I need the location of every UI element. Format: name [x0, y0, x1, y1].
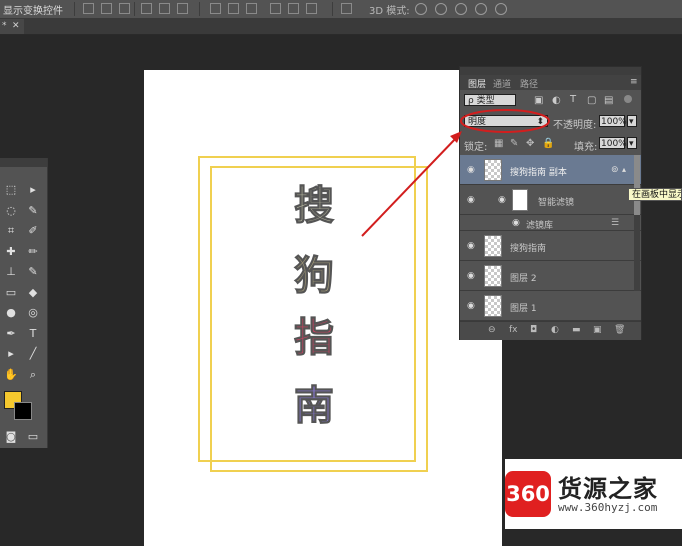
- highlight-ellipse: [460, 109, 550, 133]
- annotation-arrow-line: [361, 135, 459, 237]
- watermark-url: www.360hyzj.com: [558, 501, 658, 514]
- watermark-site-name: 货源之家: [558, 475, 658, 503]
- watermark-logo: 360: [505, 471, 551, 517]
- watermark: 360 货源之家 www.360hyzj.com: [505, 459, 682, 529]
